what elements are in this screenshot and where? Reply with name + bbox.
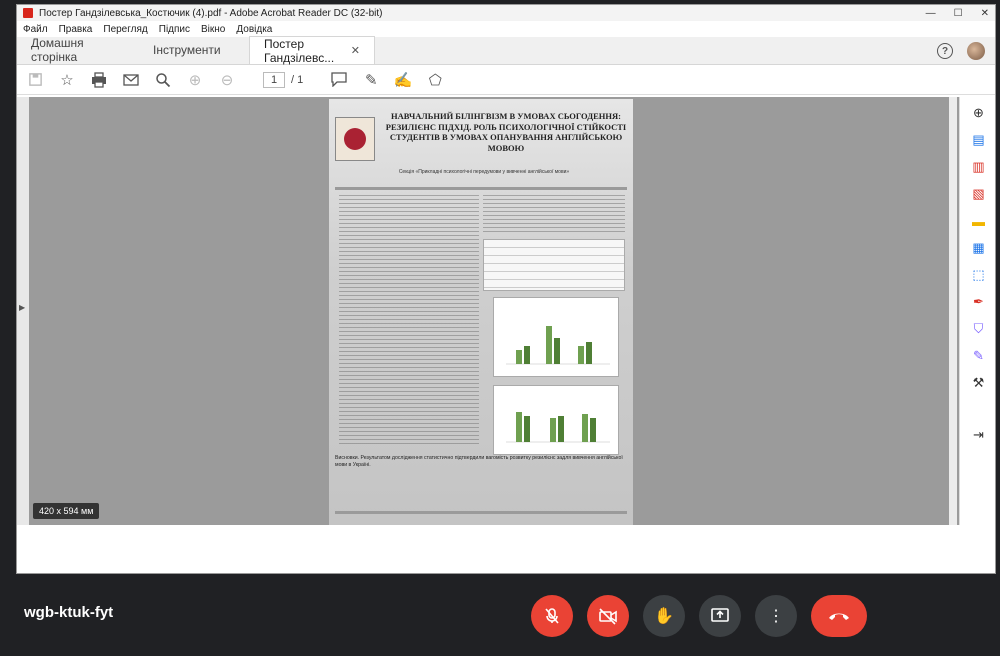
organize-pages-icon[interactable]: ▥	[970, 158, 988, 176]
poster-title: НАВЧАЛЬНИЙ БІЛІНГВІЗМ В УМОВАХ СЬОГОДЕНН…	[385, 111, 627, 153]
tab-bar: Домашня сторінка Інструменти Постер Ганд…	[17, 36, 995, 65]
minimize-button[interactable]: —	[926, 8, 936, 19]
menu-edit[interactable]: Правка	[59, 24, 93, 35]
tab-document[interactable]: Постер Гандзілевс... ✕	[249, 36, 375, 65]
acrobat-icon	[23, 8, 33, 18]
edit-pdf-icon[interactable]: ✎	[970, 347, 988, 365]
combine-files-icon[interactable]: ▦	[970, 239, 988, 257]
pdf-page: НАВЧАЛЬНИЙ БІЛІНГВІЗМ В УМОВАХ СЬОГОДЕНН…	[329, 99, 633, 525]
page-number-input[interactable]: 1	[263, 71, 285, 88]
share-tag-icon[interactable]: ⬠	[425, 70, 445, 90]
present-screen-button[interactable]	[699, 595, 741, 637]
print-icon[interactable]	[89, 70, 109, 90]
avatar[interactable]	[967, 42, 985, 60]
bookmark-star-icon[interactable]: ☆	[57, 70, 77, 90]
menu-view[interactable]: Перегляд	[103, 24, 147, 35]
camera-off-button[interactable]	[587, 595, 629, 637]
poster-left-column	[339, 195, 479, 445]
screen-share: Постер Гандзілевська_Костючик (4).pdf - …	[0, 0, 1000, 576]
zoom-tool-icon[interactable]: ⊕	[970, 104, 988, 122]
comment-tool-icon[interactable]: ▬	[970, 212, 988, 230]
end-call-button[interactable]	[811, 595, 867, 637]
call-controls: ✋ ⋮	[531, 595, 867, 637]
poster-chart-1	[493, 297, 619, 377]
comment-icon[interactable]	[329, 70, 349, 90]
email-icon[interactable]	[121, 70, 141, 90]
fill-sign-tool-icon[interactable]: ✒	[970, 293, 988, 311]
tab-home[interactable]: Домашня сторінка	[17, 36, 139, 64]
highlight-pen-icon[interactable]: ✎	[361, 70, 381, 90]
page-total: / 1	[291, 73, 304, 86]
window-title: Постер Гандзілевська_Костючик (4).pdf - …	[39, 7, 383, 19]
close-window-button[interactable]: ✕	[981, 8, 989, 19]
poster-table	[483, 239, 625, 291]
tools-pane: ⊕ ▤ ▥ ▧ ▬ ▦ ⬚ ✒ ⛉ ✎ ⚒ ⇥	[959, 97, 995, 525]
search-icon[interactable]	[153, 70, 173, 90]
expand-left-icon: ▶	[19, 303, 26, 312]
menu-help[interactable]: Довідка	[236, 24, 272, 35]
fill-sign-icon[interactable]: ✍	[393, 70, 413, 90]
export-pdf-icon[interactable]: ▧	[970, 185, 988, 203]
poster-subtitle: Секція «Прикладні психологічні передумов…	[398, 169, 570, 175]
menu-bar: Файл Правка Перегляд Підпис Вікно Довідк…	[17, 21, 995, 37]
protect-icon[interactable]: ⛉	[970, 320, 988, 338]
poster-footer-band	[335, 511, 627, 514]
poster-conclusion: Висновки. Результатом дослідження статис…	[335, 455, 623, 468]
page-up-icon[interactable]: ⊕	[185, 70, 205, 90]
left-panel-toggle[interactable]: ▶	[17, 97, 29, 525]
poster-divider	[335, 187, 627, 190]
poster-right-intro	[483, 195, 625, 233]
maximize-button[interactable]: ☐	[954, 8, 963, 19]
more-tools-icon[interactable]: ⚒	[970, 374, 988, 392]
menu-sign[interactable]: Підпис	[159, 24, 190, 35]
collapse-pane-icon[interactable]: ⇥	[970, 426, 988, 444]
raise-hand-button[interactable]: ✋	[643, 595, 685, 637]
tab-tools[interactable]: Інструменти	[139, 36, 249, 64]
document-workspace: ▶ НАВЧАЛЬНИЙ БІЛІНГВІЗМ В УМОВАХ СЬОГОДЕ…	[17, 97, 995, 525]
create-pdf-icon[interactable]: ▤	[970, 131, 988, 149]
poster-chart-2	[493, 385, 619, 455]
page-down-icon[interactable]: ⊖	[217, 70, 237, 90]
vertical-scrollbar[interactable]	[949, 97, 957, 525]
menu-window[interactable]: Вікно	[201, 24, 225, 35]
scan-ocr-icon[interactable]: ⬚	[970, 266, 988, 284]
page-navigator: 1 / 1	[263, 71, 304, 88]
help-icon[interactable]: ?	[937, 43, 953, 59]
save-icon[interactable]	[25, 70, 45, 90]
acrobat-window: Постер Гандзілевська_Костючик (4).pdf - …	[16, 4, 996, 574]
university-logo	[335, 117, 375, 161]
meeting-code: wgb-ktuk-fyt	[24, 604, 114, 621]
page-size-label: 420 x 594 мм	[33, 503, 100, 519]
toolbar: ☆ ⊕ ⊖ 1 / 1 ✎ ✍ ⬠	[17, 65, 995, 95]
mic-off-button[interactable]	[531, 595, 573, 637]
menu-file[interactable]: Файл	[23, 24, 48, 35]
close-tab-icon[interactable]: ✕	[351, 44, 360, 57]
more-options-button[interactable]: ⋮	[755, 595, 797, 637]
tab-document-label: Постер Гандзілевс...	[264, 36, 335, 65]
window-controls: — ☐ ✕	[926, 8, 989, 19]
meeting-control-bar: wgb-ktuk-fyt ✋ ⋮	[0, 576, 1000, 656]
title-bar: Постер Гандзілевська_Костючик (4).pdf - …	[17, 5, 995, 21]
